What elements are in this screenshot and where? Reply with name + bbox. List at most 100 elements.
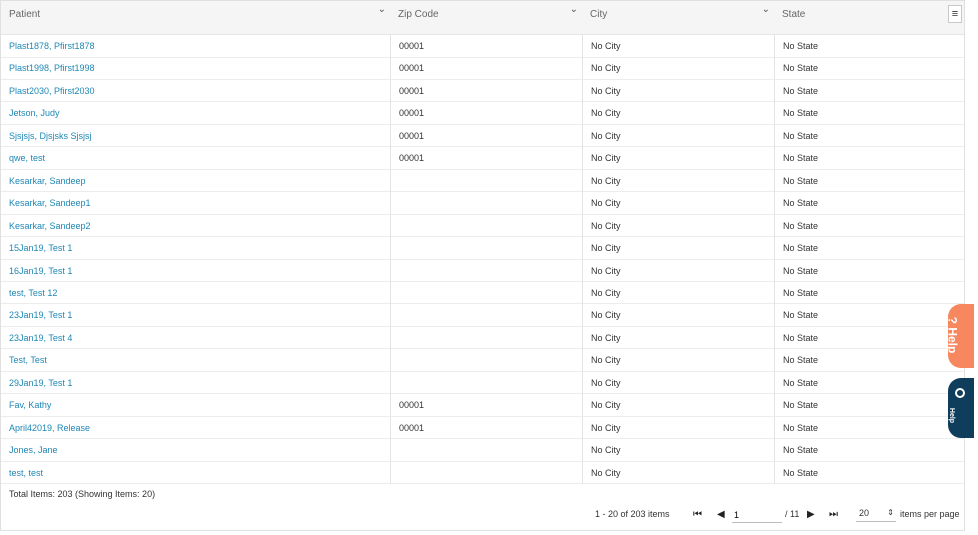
cell-state: No State <box>774 416 964 439</box>
cell-zip <box>390 371 582 394</box>
grid-header: Patient ⌄ Zip Code ⌄ City ⌄ State ≡ <box>1 1 964 35</box>
cell-state: No State <box>774 79 964 102</box>
table-row[interactable]: Kesarkar, Sandeep No City No State <box>1 169 964 193</box>
cell-zip <box>390 214 582 237</box>
cell-zip: 00001 <box>390 79 582 102</box>
cell-state: No State <box>774 371 964 394</box>
column-header-state[interactable]: State <box>774 1 944 34</box>
patient-link[interactable]: Fav, Kathy <box>1 394 390 416</box>
table-row[interactable]: test, Test 12 No City No State <box>1 281 964 305</box>
cell-state: No State <box>774 124 964 147</box>
chat-bubble-icon <box>955 388 965 398</box>
patient-link[interactable]: 23Jan19, Test 1 <box>1 304 390 326</box>
prev-page-icon[interactable]: ◀ <box>717 509 725 520</box>
cell-state: No State <box>774 304 964 327</box>
table-row[interactable]: Kesarkar, Sandeep2 No City No State <box>1 214 964 238</box>
table-row[interactable]: Fav, Kathy 00001 No City No State <box>1 394 964 417</box>
page-number-input[interactable] <box>732 508 782 523</box>
page-total: / 11 <box>785 509 800 519</box>
cell-state: No State <box>774 461 964 484</box>
select-arrows-icon: ⇕ <box>887 508 894 517</box>
items-per-page-select[interactable]: 20 ⇕ <box>856 508 896 522</box>
patient-link[interactable]: Plast1878, Pfirst1878 <box>1 35 390 57</box>
cell-state: No State <box>774 281 964 304</box>
cell-city: No City <box>582 304 774 327</box>
patient-link[interactable]: Plast1998, Pfirst1998 <box>1 57 390 79</box>
table-row[interactable]: test, test No City No State <box>1 461 964 485</box>
patient-link[interactable]: 23Jan19, Test 4 <box>1 327 390 349</box>
chevron-down-icon[interactable]: ⌄ <box>570 4 578 15</box>
patient-link[interactable]: test, test <box>1 462 390 484</box>
patient-link[interactable]: 16Jan19, Test 1 <box>1 260 390 282</box>
cell-zip: 00001 <box>390 124 582 147</box>
table-row[interactable]: qwe, test 00001 No City No State <box>1 147 964 170</box>
cell-zip: 00001 <box>390 416 582 439</box>
column-header-patient[interactable]: Patient ⌄ <box>1 1 390 34</box>
patient-link[interactable]: Kesarkar, Sandeep <box>1 170 390 192</box>
patient-link[interactable]: Jones, Jane <box>1 439 390 461</box>
patient-link[interactable]: Test, Test <box>1 349 390 371</box>
table-row[interactable]: 29Jan19, Test 1 No City No State <box>1 371 964 395</box>
patient-link[interactable]: test, Test 12 <box>1 282 390 304</box>
table-row[interactable]: 23Jan19, Test 4 No City No State <box>1 326 964 350</box>
help-tab-label: ? Help <box>945 316 960 354</box>
help-widget-button[interactable]: Help <box>948 378 974 438</box>
cell-zip <box>390 461 582 484</box>
table-row[interactable]: Test, Test No City No State <box>1 349 964 372</box>
patient-link[interactable]: April42019, Release <box>1 417 390 439</box>
cell-zip <box>390 237 582 260</box>
cell-zip <box>390 169 582 192</box>
table-row[interactable]: Jones, Jane No City No State <box>1 439 964 462</box>
column-header-city[interactable]: City ⌄ <box>582 1 774 34</box>
column-header-label: State <box>782 9 806 20</box>
cell-city: No City <box>582 124 774 147</box>
table-row[interactable]: 23Jan19, Test 1 No City No State <box>1 304 964 327</box>
table-row[interactable]: Plast1878, Pfirst1878 00001 No City No Stat… <box>1 35 964 58</box>
table-row[interactable]: 16Jan19, Test 1 No City No State <box>1 259 964 282</box>
cell-city: No City <box>582 349 774 372</box>
chevron-down-icon[interactable]: ⌄ <box>762 4 770 15</box>
column-header-zip-code[interactable]: Zip Code ⌄ <box>390 1 582 34</box>
cell-state: No State <box>774 237 964 260</box>
cell-city: No City <box>582 57 774 80</box>
cell-state: No State <box>774 169 964 192</box>
next-page-icon[interactable]: ▶ <box>807 509 815 520</box>
table-row[interactable]: April42019, Release 00001 No City No State <box>1 416 964 440</box>
table-row[interactable]: Sjsjsjs, Djsjsks Sjsjsj 00001 No City No St… <box>1 124 964 148</box>
help-widget-label: Help <box>948 407 956 424</box>
cell-zip <box>390 349 582 372</box>
patient-link[interactable]: Jetson, Judy <box>1 102 390 124</box>
cell-city: No City <box>582 147 774 170</box>
table-row[interactable]: Plast2030, Pfirst2030 00001 No City No Stat… <box>1 79 964 103</box>
column-header-label: Patient <box>9 9 41 20</box>
cell-state: No State <box>774 439 964 462</box>
column-menu-icon[interactable]: ≡ <box>948 5 962 23</box>
cell-zip <box>390 304 582 327</box>
items-per-page-label: items per page <box>900 509 960 519</box>
help-tab-button[interactable]: ? Help <box>945 304 974 368</box>
pager-range: 1 - 20 of 203 items <box>595 509 670 519</box>
patient-link[interactable]: 29Jan19, Test 1 <box>1 372 390 394</box>
first-page-icon[interactable]: ⏮ <box>693 509 702 520</box>
table-row[interactable]: Kesarkar, Sandeep1 No City No State <box>1 192 964 215</box>
cell-city: No City <box>582 192 774 215</box>
patient-link[interactable]: Kesarkar, Sandeep2 <box>1 215 390 237</box>
cell-zip: 00001 <box>390 394 582 417</box>
patient-link[interactable]: qwe, test <box>1 147 390 169</box>
last-page-icon[interactable]: ⏭ <box>829 509 838 520</box>
cell-city: No City <box>582 461 774 484</box>
patient-link[interactable]: 15Jan19, Test 1 <box>1 237 390 259</box>
cell-zip: 00001 <box>390 35 582 57</box>
table-row[interactable]: Plast1998, Pfirst1998 00001 No City No Stat… <box>1 57 964 80</box>
cell-city: No City <box>582 214 774 237</box>
patient-link[interactable]: Kesarkar, Sandeep1 <box>1 192 390 214</box>
cell-city: No City <box>582 169 774 192</box>
table-row[interactable]: Jetson, Judy 00001 No City No State <box>1 102 964 125</box>
patient-link[interactable]: Sjsjsjs, Djsjsks Sjsjsj <box>1 125 390 147</box>
cell-city: No City <box>582 439 774 462</box>
cell-zip <box>390 259 582 282</box>
table-row[interactable]: 15Jan19, Test 1 No City No State <box>1 237 964 260</box>
patient-link[interactable]: Plast2030, Pfirst2030 <box>1 80 390 102</box>
cell-city: No City <box>582 259 774 282</box>
chevron-down-icon[interactable]: ⌄ <box>378 4 386 15</box>
